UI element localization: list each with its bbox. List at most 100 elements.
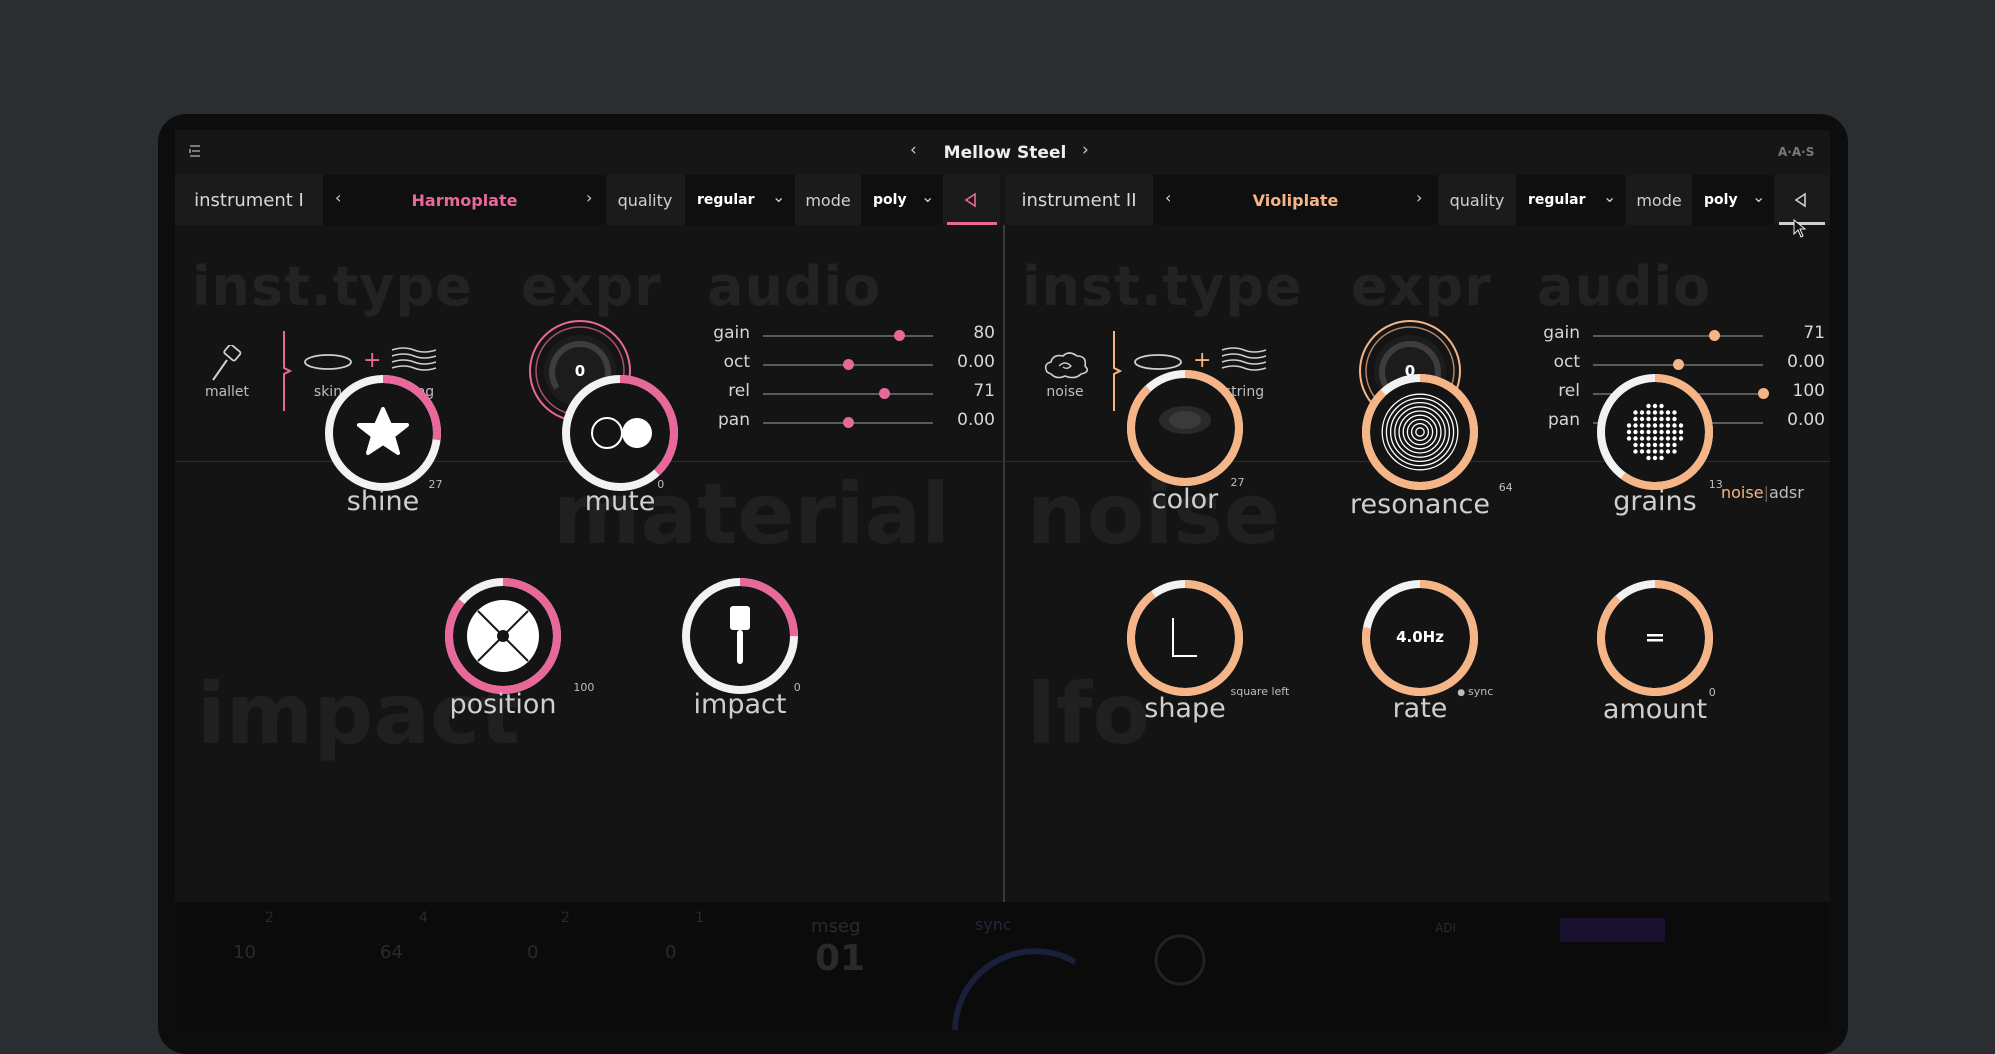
instrument2-name: instrument II — [1021, 189, 1137, 211]
slider-label: oct — [723, 352, 750, 372]
instrument1-next-icon[interactable]: › — [586, 188, 592, 207]
knob-impact-value: 0 — [793, 681, 801, 694]
title-bar: ‹ Mellow Steel › A·A·S — [175, 130, 1830, 175]
panel-divider — [1003, 225, 1005, 902]
chevron-down-icon: ⌄ — [1752, 187, 1766, 206]
svg-text:ADI: ADI — [1435, 921, 1456, 935]
string-icon[interactable] — [390, 346, 438, 372]
instrument2-preset-selector[interactable]: ‹ Violiplate › — [1153, 175, 1438, 225]
knob-resonance-label: resonance — [1350, 489, 1490, 520]
instrument2-exciter-label: noise — [1046, 384, 1084, 400]
svg-text:sync: sync — [975, 915, 1012, 934]
instrument2-expr-section-title: expr — [1351, 255, 1492, 318]
instrument2-speaker-icon[interactable] — [1777, 175, 1825, 225]
instrument1-header: instrument I ‹ Harmoplate › quality regu… — [175, 175, 1000, 225]
knob-color[interactable] — [1125, 368, 1245, 488]
slider-label: pan — [1548, 410, 1580, 430]
knob-impact-label: impact — [693, 689, 787, 720]
knob-grains[interactable] — [1595, 372, 1715, 492]
knob-mute[interactable] — [560, 373, 680, 493]
slider-gain-track[interactable] — [1593, 335, 1763, 337]
instrument1-speaker-icon[interactable] — [947, 175, 995, 225]
knob-color-label: color — [1151, 484, 1219, 515]
slider-pan-handle[interactable] — [843, 417, 854, 428]
knob-shine-value: 27 — [428, 478, 443, 491]
knob-shine[interactable] — [323, 373, 443, 493]
instrument1-name: instrument I — [194, 189, 304, 211]
mallet-icon[interactable] — [207, 343, 247, 385]
slider-label: pan — [718, 410, 750, 430]
svg-text:0: 0 — [527, 942, 538, 963]
slider-oct-handle[interactable] — [1673, 359, 1684, 370]
instrument1-quality-select[interactable]: regular ⌄ — [685, 175, 795, 225]
knob-rate[interactable]: 4.0Hz — [1360, 578, 1480, 698]
knob-impact[interactable] — [680, 576, 800, 696]
instrument1-preset-selector[interactable]: ‹ Harmoplate › — [323, 175, 606, 225]
svg-text:64: 64 — [380, 942, 403, 963]
knob-resonance[interactable] — [1360, 372, 1480, 492]
slider-label: rel — [1558, 381, 1580, 401]
slider-rel-handle[interactable] — [878, 388, 890, 399]
knob-position[interactable] — [443, 576, 563, 696]
sync-dot-icon: ● — [1457, 688, 1466, 698]
slider-label: gain — [1543, 323, 1580, 343]
knob-color-value: 27 — [1230, 476, 1245, 489]
knob-shape[interactable] — [1125, 578, 1245, 698]
sequencer-panel-dimmed: 2 4 2 1 mseg 01 10 64 0 0 sync ADI — [175, 902, 1830, 1030]
knob-rate-value: ● sync — [1457, 685, 1493, 698]
instrument2-prev-icon[interactable]: ‹ — [1165, 188, 1171, 207]
svg-text:1: 1 — [695, 910, 704, 926]
instrument1-mode-select[interactable]: poly ⌄ — [861, 175, 943, 225]
knob-amount-value: 0 — [1708, 686, 1716, 699]
instrument2-audio-section-title: audio — [1537, 255, 1712, 318]
instrument1-expr-section-title: expr — [521, 255, 662, 318]
instrument1-type-section-title: inst.type — [192, 255, 473, 318]
chevron-down-icon: ⌄ — [1603, 187, 1617, 206]
tab-adsr[interactable]: adsr — [1769, 483, 1804, 502]
instrument2-mode-select[interactable]: poly ⌄ — [1692, 175, 1774, 225]
knob-shape-value: square left — [1230, 685, 1290, 698]
instrument1-audio-section-title: audio — [707, 255, 882, 318]
position-icon — [445, 578, 561, 694]
brace-icon — [282, 330, 293, 412]
slider-gain-track[interactable] — [763, 335, 933, 337]
instrument2-next-icon[interactable]: › — [1416, 188, 1422, 207]
amount-icon — [1597, 580, 1713, 696]
noise-cloud-icon[interactable] — [1041, 350, 1091, 382]
skin-icon[interactable] — [303, 352, 353, 372]
knob-shine-label: shine — [346, 486, 420, 517]
prev-preset-icon[interactable]: ‹ — [910, 140, 930, 160]
slider-value: 0.00 — [957, 352, 995, 372]
knob-grains-value: 13 — [1708, 478, 1723, 491]
slider-value: 100 — [1792, 381, 1825, 401]
instrument1-active-indicator — [947, 222, 997, 225]
knob-rate-display: 4.0Hz — [1396, 628, 1444, 646]
sync-label[interactable]: sync — [1468, 685, 1493, 698]
instrument2-quality-label: quality — [1449, 190, 1505, 210]
instrument1-prev-icon[interactable]: ‹ — [335, 188, 341, 207]
knob-amount-label: amount — [1602, 694, 1708, 725]
slider-label: rel — [728, 381, 750, 401]
knob-amount[interactable] — [1595, 578, 1715, 698]
preset-name[interactable]: Mellow Steel — [935, 143, 1075, 163]
resonance-icon — [1362, 374, 1478, 490]
next-preset-icon[interactable]: › — [1082, 140, 1102, 160]
instrument2-mode-value: poly — [1704, 192, 1738, 208]
slider-oct-handle[interactable] — [843, 359, 854, 370]
slider-rel-track[interactable] — [763, 393, 933, 395]
slider-rel-handle[interactable] — [1758, 388, 1769, 399]
instrument2-mode-label: mode — [1636, 190, 1682, 210]
instrument2-quality-value: regular — [1528, 192, 1586, 208]
menu-icon[interactable] — [188, 143, 202, 157]
impact-icon — [682, 578, 798, 694]
mouse-cursor-icon — [1793, 218, 1807, 243]
instrument1-exciter-label: mallet — [204, 384, 250, 400]
knob-position-value: 100 — [573, 681, 595, 694]
knob-grains-label: grains — [1613, 486, 1697, 517]
slider-gain-handle[interactable] — [894, 330, 905, 341]
slider-gain-handle[interactable] — [1708, 330, 1720, 341]
mute-icon — [562, 375, 678, 491]
slider-value: 71 — [1803, 323, 1825, 343]
instrument2-quality-select[interactable]: regular ⌄ — [1516, 175, 1626, 225]
knob-mute-value: 0 — [657, 478, 665, 491]
